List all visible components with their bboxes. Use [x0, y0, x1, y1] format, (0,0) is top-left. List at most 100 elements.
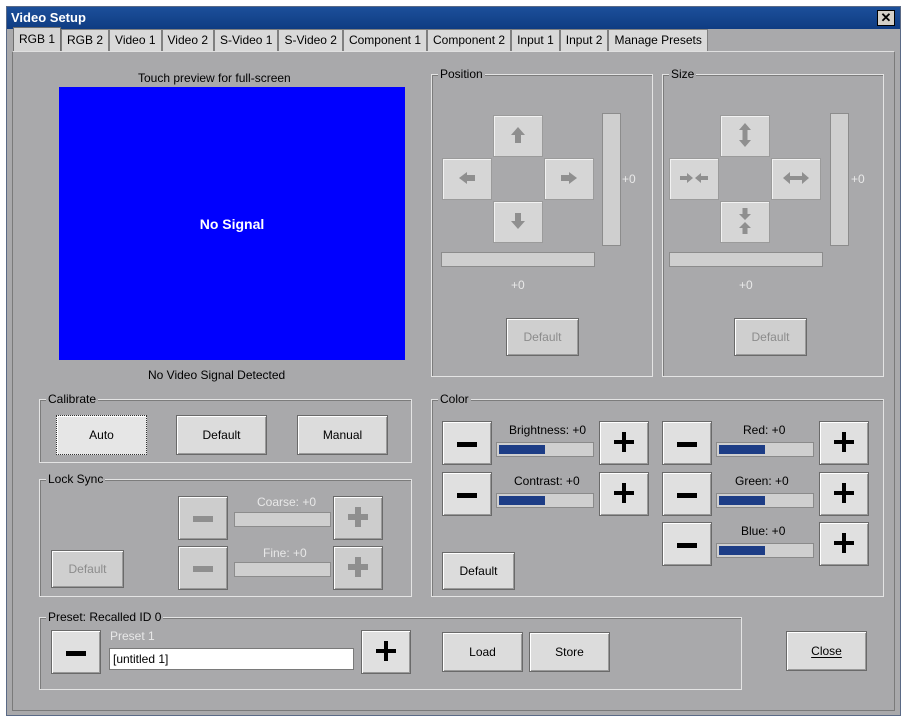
- tab-component-2[interactable]: Component 2: [427, 29, 512, 51]
- lock-sync-group-label: Lock Sync: [46, 472, 106, 486]
- expand-horizontal-icon: [782, 171, 810, 187]
- size-vertical-value: +0: [851, 172, 865, 186]
- size-wider-button[interactable]: [771, 158, 821, 200]
- plus-icon: [376, 640, 396, 664]
- position-group-label: Position: [438, 67, 485, 81]
- red-plus-button[interactable]: [819, 421, 869, 465]
- preset-previous-button[interactable]: [51, 630, 101, 674]
- calibrate-default-button[interactable]: Default: [176, 415, 267, 455]
- tab-page-rgb-1: Touch preview for full-screen No Signal …: [12, 51, 895, 711]
- position-right-button[interactable]: [544, 158, 594, 200]
- color-default-button[interactable]: Default: [442, 552, 515, 590]
- coarse-plus-button[interactable]: [333, 496, 383, 540]
- calibrate-manual-button[interactable]: Manual: [297, 415, 388, 455]
- arrow-right-icon: [560, 171, 578, 188]
- contrast-level-bar: [496, 493, 594, 508]
- preview-hint: Touch preview for full-screen: [138, 71, 291, 85]
- compress-horizontal-icon: [679, 172, 709, 187]
- size-taller-button[interactable]: [720, 115, 770, 157]
- blue-level-fill: [719, 546, 765, 555]
- plus-icon: [614, 431, 634, 455]
- contrast-label: Contrast: +0: [514, 474, 580, 488]
- tab-strip: RGB 1 RGB 2 Video 1 Video 2 S-Video 1 S-…: [13, 27, 708, 51]
- brightness-level-bar: [496, 442, 594, 457]
- tab-video-2[interactable]: Video 2: [161, 29, 214, 51]
- video-setup-window: Video Setup ✕ RGB 1 RGB 2 Video 1 Video …: [6, 6, 901, 716]
- plus-icon: [348, 506, 368, 530]
- position-vertical-track: [602, 113, 621, 246]
- size-narrower-button[interactable]: [669, 158, 719, 200]
- minus-icon: [677, 436, 697, 450]
- blue-plus-button[interactable]: [819, 522, 869, 566]
- position-left-button[interactable]: [442, 158, 492, 200]
- calibrate-auto-button[interactable]: Auto: [56, 415, 147, 455]
- calibrate-group-label: Calibrate: [46, 392, 99, 406]
- preset-group-label: Preset: Recalled ID 0: [46, 610, 164, 624]
- size-horizontal-value: +0: [739, 278, 753, 292]
- coarse-label: Coarse: +0: [257, 495, 317, 509]
- plus-icon: [834, 532, 854, 556]
- tab-input-1[interactable]: Input 1: [511, 29, 560, 51]
- close-button-label: Close: [811, 644, 842, 658]
- position-horizontal-value: +0: [511, 278, 525, 292]
- size-default-button[interactable]: Default: [734, 318, 807, 356]
- plus-icon: [834, 431, 854, 455]
- contrast-level-fill: [499, 496, 545, 505]
- color-group-label: Color: [438, 392, 471, 406]
- preview-status: No Video Signal Detected: [148, 368, 286, 382]
- green-minus-button[interactable]: [662, 472, 712, 516]
- plus-icon: [614, 482, 634, 506]
- blue-level-bar: [716, 543, 814, 558]
- coarse-minus-button[interactable]: [178, 496, 228, 540]
- red-label: Red: +0: [743, 423, 786, 437]
- position-up-button[interactable]: [493, 115, 543, 157]
- tab-input-2[interactable]: Input 2: [559, 29, 609, 51]
- window-close-button[interactable]: ✕: [877, 10, 895, 26]
- green-plus-button[interactable]: [819, 472, 869, 516]
- position-vertical-value: +0: [622, 172, 636, 186]
- brightness-level-fill: [499, 445, 545, 454]
- arrow-down-icon: [510, 212, 526, 233]
- tab-video-1[interactable]: Video 1: [109, 29, 162, 51]
- arrow-up-icon: [510, 126, 526, 147]
- close-button[interactable]: Close: [786, 631, 867, 671]
- tab-rgb-1[interactable]: RGB 1: [13, 27, 62, 51]
- fine-plus-button[interactable]: [333, 546, 383, 590]
- position-default-button[interactable]: Default: [506, 318, 579, 356]
- blue-minus-button[interactable]: [662, 522, 712, 566]
- red-level-fill: [719, 445, 765, 454]
- brightness-label: Brightness: +0: [509, 423, 587, 437]
- size-shorter-button[interactable]: [720, 201, 770, 243]
- red-minus-button[interactable]: [662, 421, 712, 465]
- position-down-button[interactable]: [493, 201, 543, 243]
- lock-sync-default-button[interactable]: Default: [51, 550, 124, 588]
- arrow-left-icon: [458, 171, 476, 188]
- blue-label: Blue: +0: [741, 524, 786, 538]
- tab-rgb-2[interactable]: RGB 2: [61, 29, 110, 51]
- brightness-plus-button[interactable]: [599, 421, 649, 465]
- tab-component-1[interactable]: Component 1: [342, 29, 428, 51]
- window-title: Video Setup: [11, 10, 86, 25]
- preset-load-button[interactable]: Load: [442, 632, 523, 672]
- fine-label: Fine: +0: [263, 546, 307, 560]
- contrast-minus-button[interactable]: [442, 472, 492, 516]
- tab-s-video-2[interactable]: S-Video 2: [278, 29, 343, 51]
- position-horizontal-track: [441, 252, 595, 267]
- minus-icon: [193, 511, 213, 525]
- green-level-bar: [716, 493, 814, 508]
- tab-manage-presets[interactable]: Manage Presets: [608, 29, 708, 51]
- brightness-minus-button[interactable]: [442, 421, 492, 465]
- tab-s-video-1[interactable]: S-Video 1: [214, 29, 279, 51]
- fine-track: [234, 562, 331, 577]
- preset-next-button[interactable]: [361, 630, 411, 674]
- preset-name-input[interactable]: [109, 648, 354, 670]
- expand-vertical-icon: [738, 122, 752, 151]
- size-vertical-track: [830, 113, 849, 246]
- preset-store-button[interactable]: Store: [529, 632, 610, 672]
- fine-minus-button[interactable]: [178, 546, 228, 590]
- minus-icon: [193, 561, 213, 575]
- video-preview[interactable]: No Signal: [59, 87, 405, 360]
- contrast-plus-button[interactable]: [599, 472, 649, 516]
- minus-icon: [677, 537, 697, 551]
- green-level-fill: [719, 496, 765, 505]
